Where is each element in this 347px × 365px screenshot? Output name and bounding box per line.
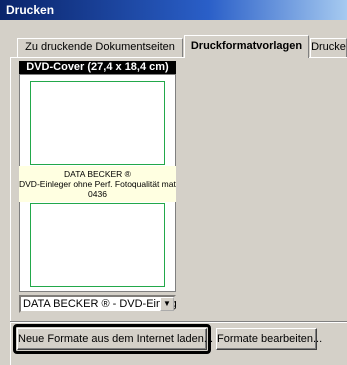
tab-print-more[interactable]: Drucke xyxy=(310,38,347,57)
window-title: Drucken xyxy=(6,3,55,17)
tooltip-description: DVD-Einleger ohne Perf. Fotoqualität mat… xyxy=(19,179,176,189)
tab-print-templates[interactable]: Druckformatvorlagen xyxy=(184,35,309,58)
highlight-frame xyxy=(13,324,211,354)
separator xyxy=(10,321,347,323)
format-select-value: DATA BECKER ® - DVD-Einleg xyxy=(23,298,177,310)
format-tooltip: DATA BECKER ® DVD-Einleger ohne Perf. Fo… xyxy=(19,166,176,202)
cover-back-area xyxy=(30,203,165,287)
chevron-down-icon[interactable]: ▼ xyxy=(160,297,174,311)
tooltip-brand: DATA BECKER ® xyxy=(64,169,131,179)
tab-document-pages[interactable]: Zu druckende Dokumentseiten xyxy=(17,38,183,57)
cover-front-area xyxy=(30,81,165,165)
format-select[interactable]: DATA BECKER ® - DVD-Einleg ▼ xyxy=(19,295,177,313)
tooltip-code: 0436 xyxy=(88,189,107,199)
title-bar: Drucken xyxy=(0,0,347,20)
edit-formats-button[interactable]: Formate bearbeiten... xyxy=(216,328,322,350)
preview-header: DVD-Cover (27,4 x 18,4 cm) xyxy=(19,61,176,74)
